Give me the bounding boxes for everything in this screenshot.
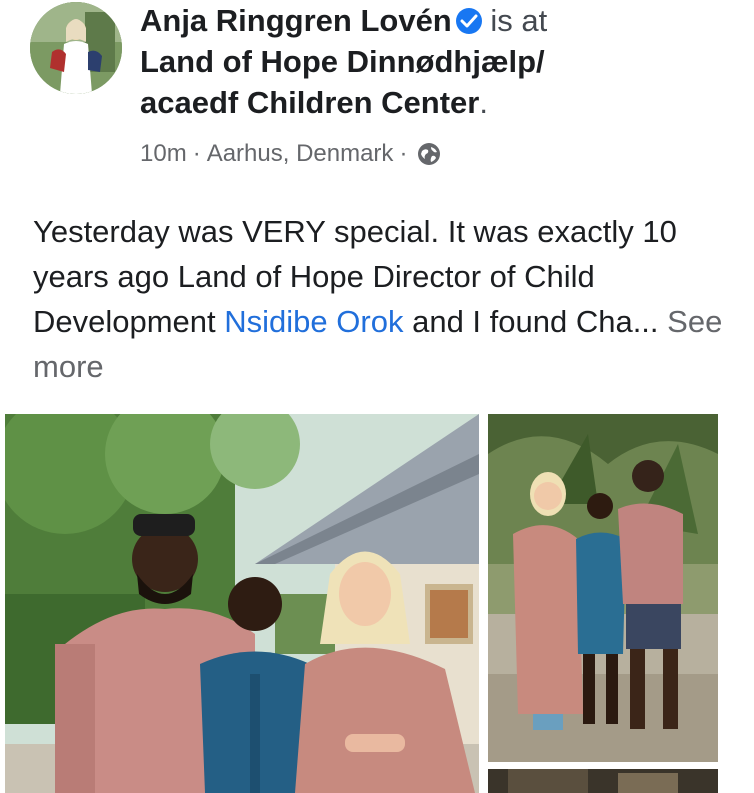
place-period: . — [479, 85, 488, 120]
author-avatar[interactable] — [30, 2, 122, 94]
place-name-part-2[interactable]: acaedf Children Center — [140, 85, 479, 120]
separator: · — [399, 140, 408, 167]
place-name-line-1[interactable]: Land of Hope Dinnødhjælp/ — [140, 41, 740, 82]
place-name-line-2[interactable]: acaedf Children Center. — [140, 82, 740, 123]
separator: · — [192, 140, 201, 167]
post-location[interactable]: Aarhus, Denmark — [207, 140, 394, 168]
mention-link[interactable]: Nsidibe Orok — [224, 304, 403, 339]
post-header: Anja Ringgren Lovén is at Land of Hope D… — [140, 0, 740, 123]
post-photo-side-2[interactable] — [488, 769, 718, 793]
feed-post: Anja Ringgren Lovén is at Land of Hope D… — [0, 0, 754, 793]
place-name-part-1[interactable]: Land of Hope Dinnødhjælp/ — [140, 44, 545, 79]
post-time[interactable]: 10m — [140, 140, 187, 168]
status-text: is at — [490, 3, 548, 38]
post-photo-main[interactable] — [5, 414, 479, 793]
title-line-1: Anja Ringgren Lovén is at — [140, 0, 740, 41]
post-body: Yesterday was VERY special. It was exact… — [33, 209, 733, 389]
post-meta: 10m · Aarhus, Denmark · — [140, 140, 441, 168]
globe-icon — [417, 142, 441, 166]
verified-badge-icon — [455, 8, 482, 34]
post-text-part-2: and I found Cha... — [403, 304, 668, 339]
author-name[interactable]: Anja Ringgren Lovén — [140, 3, 452, 38]
post-photo-side-1[interactable] — [488, 414, 718, 762]
